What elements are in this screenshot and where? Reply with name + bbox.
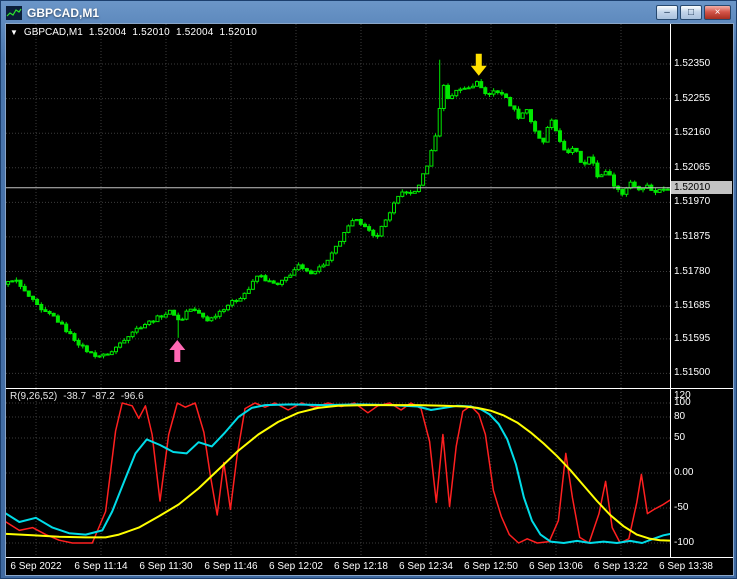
mt4-chart-window: GBPCAD,M1 – □ × ▼ GBPCAD,M1 1.52004 1.52… [0, 0, 737, 579]
collapse-icon[interactable]: ▼ [10, 28, 18, 37]
symbol-label: GBPCAD,M1 [23, 27, 83, 38]
price-scale-label: 1.51875 [674, 231, 711, 242]
price-scale-label: 1.51970 [674, 196, 711, 207]
indicator-value-1: -38.7 [63, 391, 87, 402]
indicator-value-3: -96.6 [120, 391, 144, 402]
minimize-button[interactable]: – [656, 5, 678, 20]
wpr-line-26 [6, 403, 670, 544]
indicator-scale-label: 80 [674, 411, 686, 422]
high-value: 1.52010 [132, 27, 170, 38]
current-price-label: 1.52010 [671, 181, 732, 194]
price-scale-label: 1.51780 [674, 266, 711, 277]
price-scale[interactable]: 1.52350 1.52255 1.52160 1.52065 1.51970 1.518… [670, 24, 733, 388]
window-buttons: – □ × [656, 5, 731, 20]
buy-arrow-icon[interactable] [169, 339, 186, 362]
indicator-scale-label: -100 [674, 537, 695, 548]
price-scale-label: 1.52160 [674, 127, 711, 138]
candles-group [6, 59, 670, 359]
chart-area: ▼ GBPCAD,M1 1.52004 1.52010 1.52004 1.52… [5, 23, 734, 576]
window-title: GBPCAD,M1 [27, 5, 100, 20]
chart-icon [6, 5, 22, 20]
indicator-scale: 120 100 80 50 0.00 -50 -100 [670, 389, 733, 557]
price-scale-label: 1.51500 [674, 367, 711, 378]
time-axis[interactable]: 6 Sep 2022 6 Sep 11:14 6 Sep 11:30 6 Sep 11… [6, 557, 733, 575]
price-scale-label: 1.51685 [674, 300, 711, 311]
close-value: 1.52010 [219, 27, 258, 38]
indicator-scale-label: -50 [674, 502, 689, 513]
indicator-scale-label: 100 [674, 397, 691, 408]
indicator-name: R(9,26,52) [10, 391, 58, 402]
indicator-scale-label: 50 [674, 432, 686, 443]
indicator-grid [6, 389, 670, 557]
indicator-header: R(9,26,52) -38.7 -87.2 -96.6 [10, 391, 144, 402]
indicator-panel[interactable]: R(9,26,52) -38.7 -87.2 -96.6 [6, 389, 670, 557]
close-button[interactable]: × [704, 5, 731, 20]
low-value: 1.52004 [175, 27, 214, 38]
price-scale-label: 1.52255 [674, 93, 711, 104]
price-scale-label: 1.52350 [674, 58, 711, 69]
symbol-ohlc-header[interactable]: ▼ GBPCAD,M1 1.52004 1.52010 1.52004 1.52… [10, 27, 257, 38]
titlebar[interactable]: GBPCAD,M1 – □ × [2, 1, 735, 22]
open-value: 1.52004 [88, 27, 127, 38]
price-scale-label: 1.52065 [674, 162, 711, 173]
sell-arrow-icon[interactable] [470, 53, 487, 76]
main-grid [6, 24, 670, 388]
price-scale-label: 1.51595 [674, 333, 711, 344]
candlestick-plot[interactable]: ▼ GBPCAD,M1 1.52004 1.52010 1.52004 1.52… [6, 24, 670, 388]
time-axis-label: 6 Sep 13:38 [659, 561, 713, 572]
indicator-scale-label: 0.00 [674, 467, 694, 478]
restore-button[interactable]: □ [680, 5, 702, 20]
indicator-value-2: -87.2 [92, 391, 115, 402]
